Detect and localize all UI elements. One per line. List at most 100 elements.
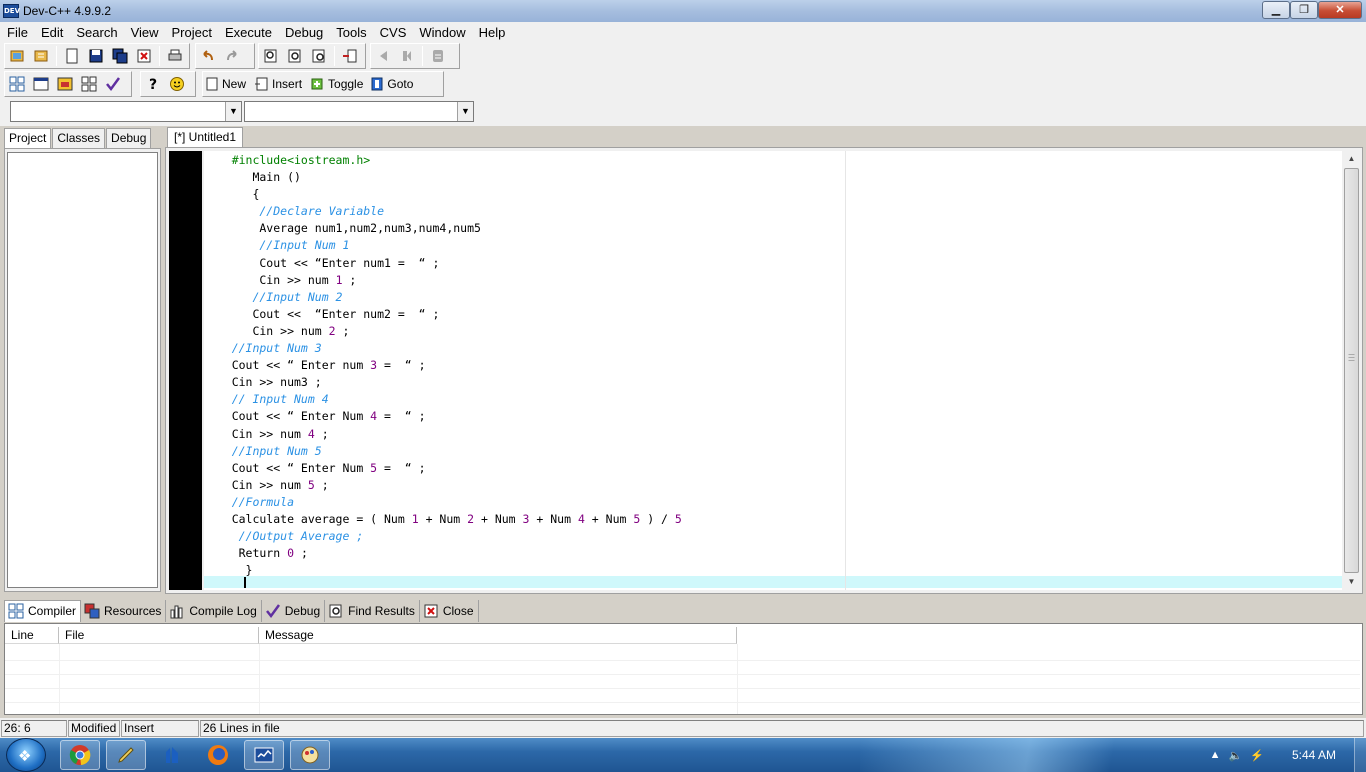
menu-tools[interactable]: Tools xyxy=(329,25,372,40)
undo-icon[interactable] xyxy=(197,45,219,67)
menu-debug[interactable]: Debug xyxy=(278,25,329,40)
taskbar-clock[interactable]: 5:44 AM xyxy=(1292,748,1336,762)
compiler-results-list[interactable]: Line File Message xyxy=(4,623,1363,715)
column-header-message[interactable]: Message xyxy=(259,627,737,644)
code-comment: // Input Num 4 xyxy=(204,392,329,407)
toggle-bookmark-button[interactable]: Toggle xyxy=(307,73,368,95)
rebuild-all-icon[interactable] xyxy=(78,73,100,95)
menu-search[interactable]: Search xyxy=(69,25,123,40)
function-combo[interactable]: ▼ xyxy=(244,101,474,122)
help-icon[interactable]: ? xyxy=(142,73,164,95)
scrollbar-thumb[interactable] xyxy=(1344,168,1359,573)
windows-taskbar: ❖ ▲ 🔈 ⚡ 5:44 AM xyxy=(0,738,1366,772)
tab-compile-log[interactable]: Compile Log xyxy=(166,599,262,622)
new-file-icon[interactable] xyxy=(61,45,83,67)
next-page-icon[interactable] xyxy=(396,45,418,67)
insert-mode: Insert xyxy=(121,719,199,737)
code-text: Calculate average = ( Num xyxy=(204,511,412,526)
run-icon[interactable] xyxy=(30,73,52,95)
code-line: Main () xyxy=(204,169,682,186)
menu-execute[interactable]: Execute xyxy=(218,25,278,40)
show-hidden-icons-icon[interactable]: ▲ xyxy=(1210,749,1221,761)
menu-edit[interactable]: Edit xyxy=(34,25,69,40)
window-controls: ▁ ❐ ✕ xyxy=(1262,1,1362,19)
save-all-icon[interactable] xyxy=(109,45,131,67)
code-text: = “ ; xyxy=(377,358,426,373)
tab-resources[interactable]: Resources xyxy=(81,599,167,622)
goto-line-icon[interactable] xyxy=(339,45,361,67)
goto-bookmark-button[interactable]: Goto xyxy=(368,73,418,95)
taskbar-paint[interactable] xyxy=(290,740,330,770)
close-icon xyxy=(424,604,438,617)
new-class-button[interactable]: New xyxy=(203,73,251,95)
devcpp-app-icon[interactable]: DEV xyxy=(3,4,20,18)
tab-find-results[interactable]: Find Results xyxy=(325,599,420,622)
editor-gutter[interactable] xyxy=(169,151,202,590)
code-line: #include<iostream.h> xyxy=(204,152,682,169)
code-text: + Num xyxy=(584,511,634,526)
menu-help[interactable]: Help xyxy=(472,25,512,40)
tab-debug[interactable]: Debug xyxy=(106,128,152,148)
compile-icon[interactable] xyxy=(6,73,28,95)
debug-check-icon xyxy=(265,603,280,618)
menu-view[interactable]: View xyxy=(124,25,165,40)
right-margin-line xyxy=(845,151,846,590)
maximize-button[interactable]: ❐ xyxy=(1290,1,1318,19)
tab-compiler[interactable]: Compiler xyxy=(4,599,82,622)
code-editor[interactable]: #include<iostream.h> Main () { //Declare… xyxy=(204,151,1342,590)
scroll-up-icon[interactable]: ▲ xyxy=(1343,151,1360,167)
compile-run-icon[interactable] xyxy=(54,73,76,95)
tab-debug-output[interactable]: Debug xyxy=(262,599,326,622)
column-header-line[interactable]: Line xyxy=(5,627,59,644)
about-smiley-icon[interactable] xyxy=(166,73,188,95)
insert-button[interactable]: Insert xyxy=(251,73,307,95)
close-window-button[interactable]: ✕ xyxy=(1318,1,1362,19)
chevron-down-icon[interactable]: ▼ xyxy=(457,102,473,121)
taskbar-app[interactable] xyxy=(152,740,192,770)
print-icon[interactable] xyxy=(164,45,186,67)
close-file-icon[interactable] xyxy=(133,45,155,67)
open-file-icon[interactable] xyxy=(30,45,52,67)
menu-file[interactable]: File xyxy=(0,25,34,40)
tab-close[interactable]: Close xyxy=(420,599,479,622)
editor-tab-untitled1[interactable]: [*] Untitled1 xyxy=(167,127,244,148)
editor-vertical-scrollbar[interactable]: ▲ — — — ▼ xyxy=(1343,151,1360,590)
previous-page-icon[interactable] xyxy=(372,45,394,67)
project-tree[interactable] xyxy=(7,152,158,588)
code-text: Cin >> num xyxy=(204,477,308,492)
taskbar-devcpp[interactable] xyxy=(244,740,284,770)
scroll-down-icon[interactable]: ▼ xyxy=(1343,574,1360,590)
taskbar-firefox[interactable] xyxy=(198,740,238,770)
tab-project[interactable]: Project xyxy=(4,128,52,149)
navigation-toolbar xyxy=(370,43,460,69)
column-header-file[interactable]: File xyxy=(59,627,259,644)
minimize-button[interactable]: ▁ xyxy=(1262,1,1290,19)
code-line: //Declare Variable xyxy=(204,203,682,220)
menu-window[interactable]: Window xyxy=(412,25,471,40)
replace-icon[interactable] xyxy=(284,45,306,67)
tab-classes[interactable]: Classes xyxy=(52,128,106,148)
network-icon[interactable]: ⚡ xyxy=(1250,749,1264,762)
code-line: Calculate average = ( Num 1 + Num 2 + Nu… xyxy=(204,511,682,528)
menu-project[interactable]: Project xyxy=(165,25,218,40)
show-desktop-button[interactable] xyxy=(1354,738,1366,772)
code-comment: //Output Average ; xyxy=(204,529,364,544)
redo-icon[interactable] xyxy=(221,45,243,67)
taskbar-chrome[interactable] xyxy=(60,740,100,770)
class-combo[interactable]: ▼ xyxy=(10,101,242,122)
code-number: 1 xyxy=(335,272,343,287)
menu-cvs[interactable]: CVS xyxy=(373,25,413,40)
debug-check-icon[interactable] xyxy=(102,73,124,95)
open-project-icon[interactable] xyxy=(6,45,28,67)
save-icon[interactable] xyxy=(85,45,107,67)
code-line: Return 0 ; xyxy=(204,545,682,562)
code-text: Cout << “ Enter num xyxy=(204,358,371,373)
find-icon[interactable] xyxy=(260,45,282,67)
bookmark-icon[interactable] xyxy=(427,45,449,67)
find-next-icon[interactable] xyxy=(308,45,330,67)
code-comment: //Input Num 2 xyxy=(204,289,343,304)
volume-icon[interactable]: 🔈 xyxy=(1229,749,1243,762)
taskbar-tool[interactable] xyxy=(106,740,146,770)
start-button[interactable]: ❖ xyxy=(6,738,46,772)
chevron-down-icon[interactable]: ▼ xyxy=(225,102,241,121)
